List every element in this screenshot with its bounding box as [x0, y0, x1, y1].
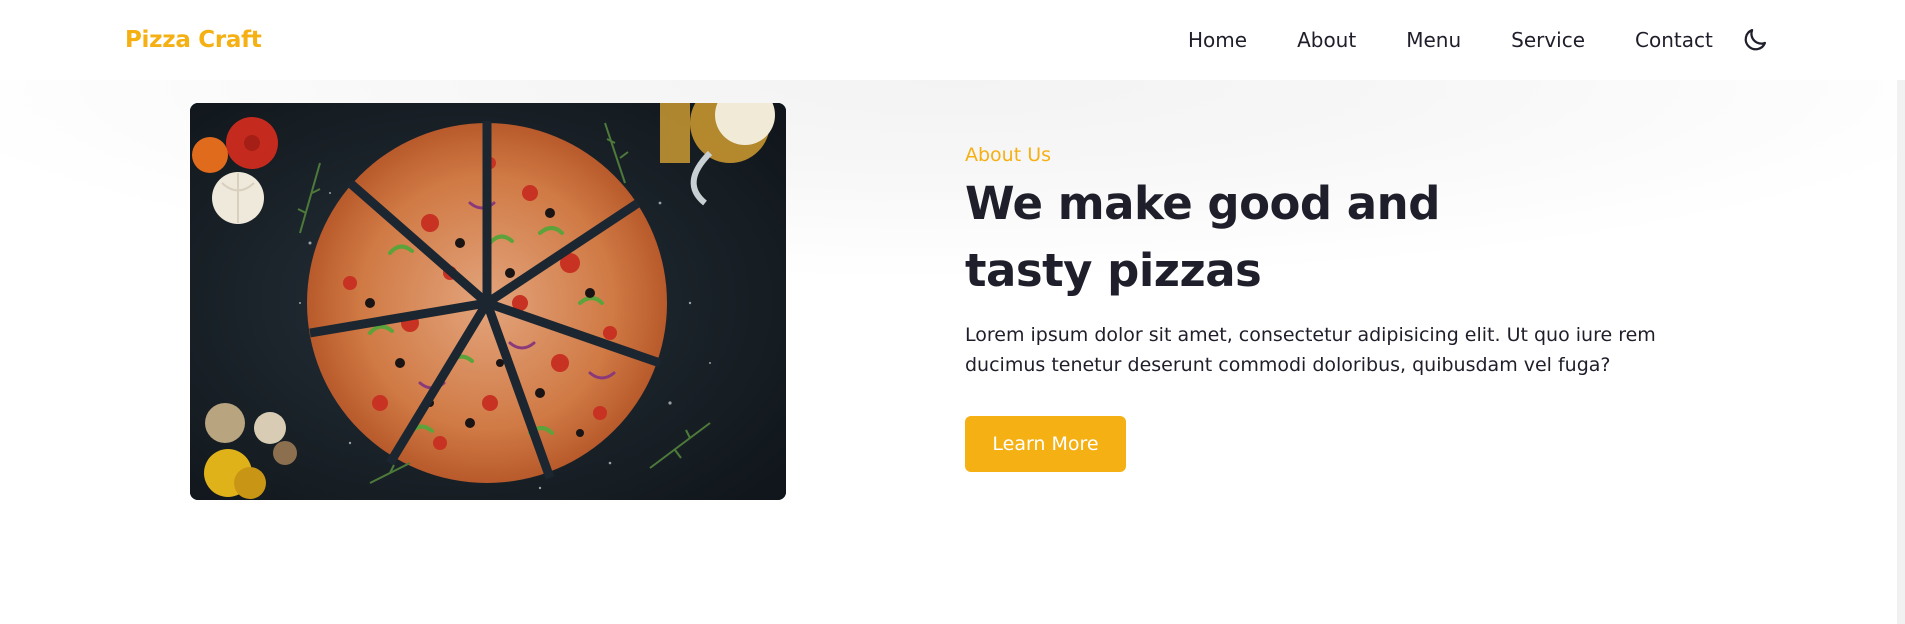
- learn-more-button[interactable]: Learn More: [965, 416, 1126, 472]
- heading-line-1: We make good and: [965, 177, 1440, 230]
- about-description: Lorem ipsum dolor sit amet, consectetur …: [965, 324, 1656, 376]
- nav-contact[interactable]: Contact: [1635, 28, 1713, 52]
- nav-menu[interactable]: Menu: [1406, 28, 1461, 52]
- section-tag: About Us: [965, 144, 1052, 166]
- nav-about[interactable]: About: [1297, 28, 1356, 52]
- nav-home[interactable]: Home: [1188, 28, 1247, 52]
- nav-service[interactable]: Service: [1511, 28, 1585, 52]
- heading-line-2: tasty pizzas: [965, 244, 1262, 297]
- about-heading: We make good and tasty pizzas: [965, 170, 1525, 304]
- moon-icon[interactable]: [1741, 26, 1769, 54]
- main-nav: Home About Menu Service Contact: [1188, 0, 1769, 80]
- logo[interactable]: Pizza Craft: [125, 24, 262, 56]
- pizza-image: [190, 103, 786, 500]
- site-header: Pizza Craft Home About Menu Service Cont…: [0, 0, 1905, 80]
- scrollbar[interactable]: [1897, 0, 1905, 624]
